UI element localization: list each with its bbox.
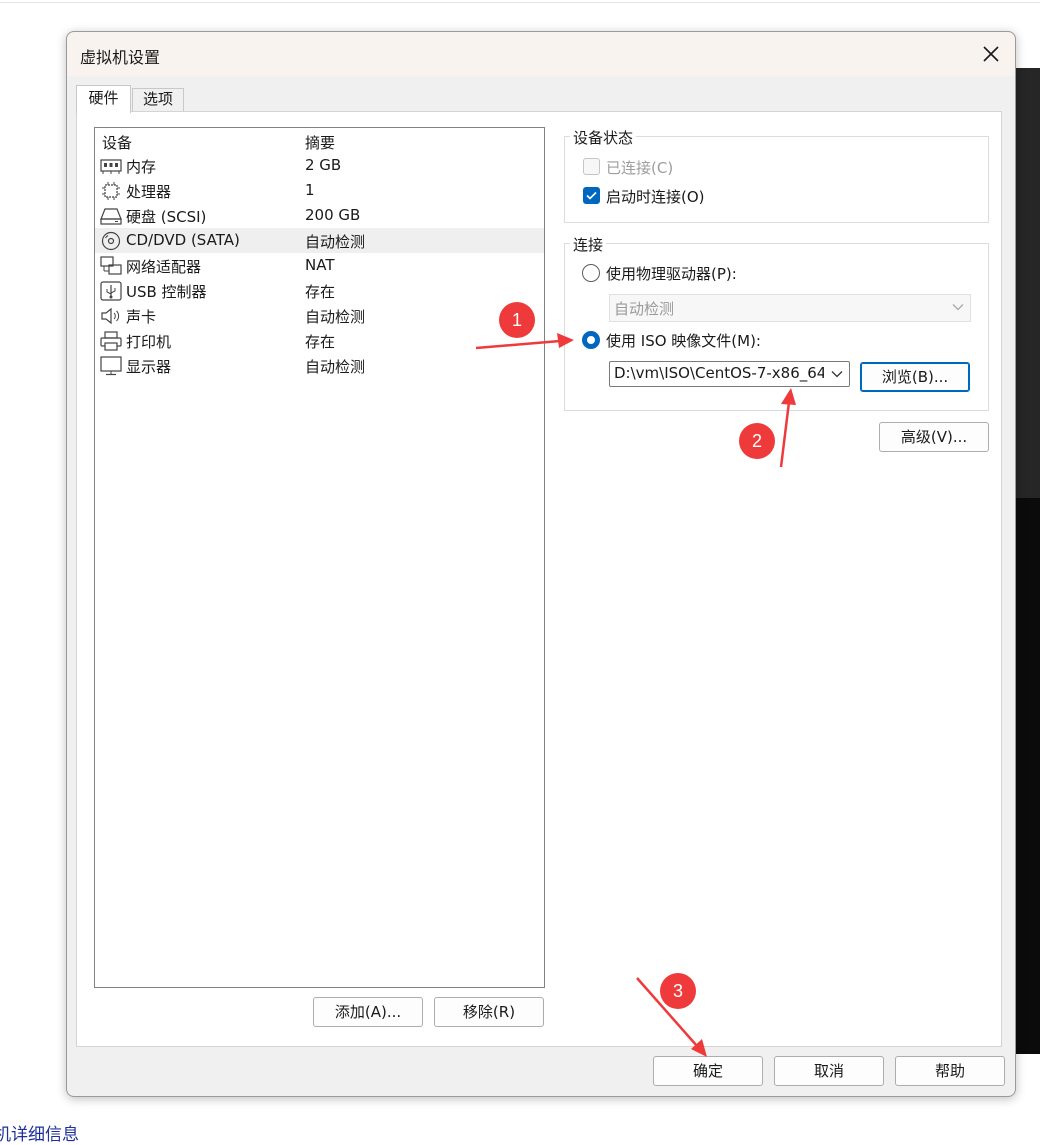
device-summary: 自动检测: [305, 233, 366, 251]
help-button[interactable]: 帮助: [895, 1056, 1005, 1086]
usb-controller-icon: [100, 281, 122, 301]
annotation-marker-3: 3: [660, 973, 696, 1009]
device-name: 处理器: [126, 183, 172, 201]
device-summary: NAT: [305, 256, 335, 274]
connected-checkbox[interactable]: [583, 158, 600, 175]
device-row-hard-disk[interactable]: 硬盘 (SCSI) 200 GB: [95, 203, 544, 228]
iso-image-label: 使用 ISO 映像文件(M):: [606, 332, 761, 350]
device-list-header: 设备 摘要: [95, 128, 544, 153]
device-name: 硬盘 (SCSI): [126, 208, 207, 226]
cancel-button[interactable]: 取消: [774, 1056, 884, 1086]
physical-drive-value: 自动检测: [614, 300, 675, 318]
title-bar: 虚拟机设置: [67, 32, 1015, 76]
tab-options[interactable]: 选项: [132, 88, 184, 111]
checkmark-icon: [586, 191, 597, 200]
device-name: USB 控制器: [126, 283, 207, 301]
device-summary: 存在: [305, 283, 336, 301]
device-summary: 200 GB: [305, 206, 361, 224]
top-divider: [0, 2, 1040, 3]
device-row-cd-dvd[interactable]: CD/DVD (SATA) 自动检测: [95, 228, 544, 253]
add-device-button[interactable]: 添加(A)...: [313, 997, 423, 1027]
browse-button[interactable]: 浏览(B)...: [860, 362, 970, 392]
iso-path-combobox[interactable]: D:\vm\ISO\CentOS-7-x86_64: [609, 361, 850, 387]
tab-hardware[interactable]: 硬件: [76, 85, 131, 113]
device-row-memory[interactable]: 内存 2 GB: [95, 153, 544, 178]
connected-label: 已连接(C): [606, 159, 674, 177]
iso-image-radio[interactable]: [582, 331, 600, 349]
device-row-display[interactable]: 显示器 自动检测: [95, 353, 544, 378]
close-button[interactable]: [973, 36, 1009, 72]
close-icon: [983, 46, 999, 62]
background-window-dark: [1014, 498, 1040, 1054]
hardware-panel: 设备 摘要 内存 2 GB 处理器 1 硬盘 (SCSI) 200 GB CD/…: [76, 111, 1002, 1047]
device-row-usb-controller[interactable]: USB 控制器 存在: [95, 278, 544, 303]
printer-icon: [100, 331, 122, 351]
connect-at-power-on-label: 启动时连接(O): [606, 188, 705, 206]
hard-disk-icon: [100, 208, 122, 225]
device-row-sound-card[interactable]: 声卡 自动检测: [95, 303, 544, 328]
device-summary: 1: [305, 181, 315, 199]
physical-drive-radio[interactable]: [582, 264, 600, 282]
vm-settings-dialog: 虚拟机设置 硬件 选项 设备 摘要 内存 2 GB 处理器 1 硬盘 (SCSI…: [66, 31, 1016, 1097]
annotation-marker-1: 1: [499, 302, 535, 338]
device-summary: 存在: [305, 333, 336, 351]
sound-card-icon: [101, 307, 120, 325]
annotation-marker-2: 2: [739, 423, 775, 459]
device-name: 内存: [126, 158, 157, 176]
chevron-down-icon: [952, 304, 964, 311]
ok-button[interactable]: 确定: [653, 1056, 763, 1086]
advanced-button[interactable]: 高级(V)...: [879, 422, 989, 452]
device-status-label: 设备状态: [570, 127, 637, 148]
device-summary: 自动检测: [305, 308, 366, 326]
memory-icon: [100, 159, 122, 174]
device-list[interactable]: 设备 摘要 内存 2 GB 处理器 1 硬盘 (SCSI) 200 GB CD/…: [94, 127, 545, 988]
device-name: 打印机: [126, 333, 172, 351]
device-name: 显示器: [126, 358, 172, 376]
device-name: CD/DVD (SATA): [126, 231, 240, 249]
processor-icon: [102, 182, 120, 200]
device-row-network-adapter[interactable]: 网络适配器 NAT: [95, 253, 544, 278]
chevron-down-icon: [831, 371, 843, 378]
physical-drive-select[interactable]: 自动检测: [609, 294, 971, 322]
background-window: [1014, 68, 1040, 1054]
network-adapter-icon: [100, 256, 122, 275]
iso-path-value: D:\vm\ISO\CentOS-7-x86_64: [614, 364, 824, 382]
connect-at-power-on-checkbox[interactable]: [583, 187, 600, 204]
column-summary[interactable]: 摘要: [305, 132, 335, 153]
device-summary: 2 GB: [305, 156, 342, 174]
device-summary: 自动检测: [305, 358, 366, 376]
device-name: 声卡: [126, 308, 157, 326]
device-name: 网络适配器: [126, 258, 202, 276]
device-row-processor[interactable]: 处理器 1: [95, 178, 544, 203]
device-status-group: [564, 136, 989, 223]
background-link[interactable]: 机详细信息: [0, 1120, 79, 1145]
remove-device-button[interactable]: 移除(R): [434, 997, 544, 1027]
connection-label: 连接: [570, 234, 607, 255]
device-row-printer[interactable]: 打印机 存在: [95, 328, 544, 353]
display-icon: [100, 356, 122, 376]
physical-drive-label: 使用物理驱动器(P):: [606, 265, 737, 283]
dialog-title: 虚拟机设置: [80, 48, 161, 67]
cd-dvd-icon: [101, 231, 121, 251]
column-device[interactable]: 设备: [102, 132, 132, 153]
